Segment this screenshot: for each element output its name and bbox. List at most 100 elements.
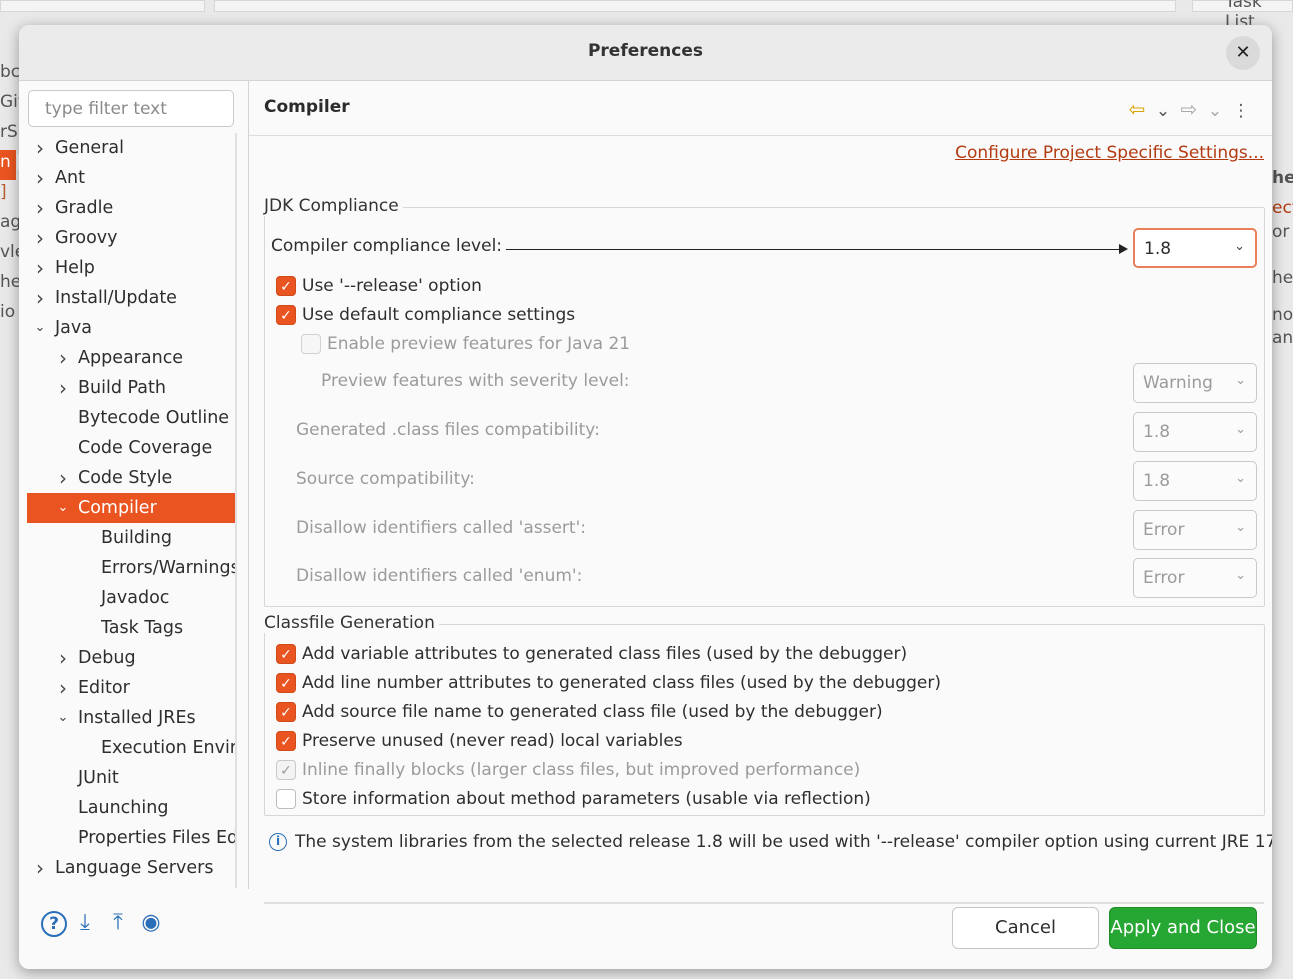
tree-item[interactable]: Errors/Warnings xyxy=(27,553,235,583)
chevron-down-icon: ⌄ xyxy=(1235,422,1246,437)
tree-item[interactable]: › Language Servers xyxy=(27,853,235,883)
back-arrow-icon[interactable]: ⇦ xyxy=(1124,95,1150,123)
tree-item-label: Code Style xyxy=(78,468,173,488)
compliance-level-select[interactable]: 1.8 ⌄ xyxy=(1133,228,1257,268)
enable-preview-label: Enable preview features for Java 21 xyxy=(327,334,631,354)
cancel-button[interactable]: Cancel xyxy=(952,907,1099,949)
tree-item[interactable]: ⌄ Compiler xyxy=(27,493,235,523)
tree-item-label: Gradle xyxy=(55,198,114,218)
tree-item[interactable]: ⌄ Installed JREs xyxy=(27,703,235,733)
tree-item[interactable]: Properties Files Edi xyxy=(27,823,235,853)
compliance-arrow-line xyxy=(506,249,1121,250)
tree-item-label: Launching xyxy=(78,798,169,818)
background-fragment: he xyxy=(1272,268,1293,288)
back-menu-chevron-icon[interactable]: ⌄ xyxy=(1150,97,1176,125)
chevron-right-icon[interactable]: › xyxy=(33,193,47,223)
tree-item[interactable]: › Editor xyxy=(27,673,235,703)
tree-item[interactable]: › Debug xyxy=(27,643,235,673)
chevron-right-icon[interactable]: › xyxy=(56,643,70,673)
import-icon[interactable]: ⤓ xyxy=(70,909,100,937)
tree-item[interactable]: › Install/Update xyxy=(27,283,235,313)
chevron-right-icon[interactable]: › xyxy=(33,283,47,313)
apply-and-close-button[interactable]: Apply and Close xyxy=(1109,907,1257,949)
chevron-right-icon[interactable]: › xyxy=(33,253,47,283)
chevron-right-icon[interactable]: › xyxy=(33,853,47,883)
tree-item[interactable]: Code Coverage xyxy=(27,433,235,463)
tree-item[interactable]: Building xyxy=(27,523,235,553)
tree-item[interactable]: › Help xyxy=(27,253,235,283)
tree-item-label: Installed JREs xyxy=(78,708,196,728)
add-line-number-label: Add line number attributes to generated … xyxy=(302,673,941,693)
compliance-level-value: 1.8 xyxy=(1144,239,1172,259)
chevron-right-icon[interactable]: › xyxy=(33,163,47,193)
chevron-right-icon[interactable]: › xyxy=(56,343,70,373)
background-toolbar-left xyxy=(0,0,205,12)
chevron-down-icon[interactable]: ⌄ xyxy=(56,703,70,733)
record-icon[interactable]: ◉ xyxy=(136,909,166,937)
chevron-down-icon: ⌄ xyxy=(1235,471,1246,486)
tree-item[interactable]: › Appearance xyxy=(27,343,235,373)
chevron-down-icon[interactable]: ⌄ xyxy=(56,493,70,523)
footer-icons: ? ⤓ ⤒ ◉ xyxy=(41,909,169,937)
tree-item[interactable]: JUnit xyxy=(27,763,235,793)
tree-item-label: Install/Update xyxy=(55,288,177,308)
tree-item[interactable]: ⌄ Java xyxy=(27,313,235,343)
generated-compat-select[interactable]: 1.8 ⌄ xyxy=(1133,412,1257,452)
tree-item[interactable]: Javadoc xyxy=(27,583,235,613)
tree-item[interactable]: Launching xyxy=(27,793,235,823)
export-icon[interactable]: ⤒ xyxy=(103,909,133,937)
compliance-arrow-head xyxy=(1119,244,1128,254)
checkbox-check-icon: ✓ xyxy=(276,731,296,751)
tree-item[interactable]: › Groovy xyxy=(27,223,235,253)
chevron-right-icon[interactable]: › xyxy=(33,133,47,163)
preview-severity-value: Warning xyxy=(1143,373,1213,393)
chevron-right-icon[interactable]: › xyxy=(56,673,70,703)
tree-item[interactable]: › Ant xyxy=(27,163,235,193)
tree-item-label: Debug xyxy=(78,648,136,668)
forward-menu-chevron-icon[interactable]: ⌄ xyxy=(1202,97,1228,125)
tree-item[interactable]: › Gradle xyxy=(27,193,235,223)
jdk-compliance-label: JDK Compliance xyxy=(264,196,403,216)
tree-item[interactable]: Execution Enviro xyxy=(27,733,235,763)
chevron-right-icon[interactable]: › xyxy=(56,463,70,493)
tree-item-label: Errors/Warnings xyxy=(101,558,235,578)
dialog-title: Preferences xyxy=(587,41,704,61)
configure-project-settings-link[interactable]: Configure Project Specific Settings... xyxy=(955,143,1264,163)
tree-scrollbar[interactable] xyxy=(235,133,237,888)
tree-item[interactable]: Bytecode Outline xyxy=(27,403,235,433)
background-fragment: hec xyxy=(1272,168,1293,188)
background-fragment: ] xyxy=(0,182,7,202)
tree-item-label: Execution Enviro xyxy=(101,738,235,758)
assert-identifiers-select[interactable]: Error ⌄ xyxy=(1133,510,1257,550)
more-options-icon[interactable]: ⋮ xyxy=(1228,97,1254,125)
preview-severity-select[interactable]: Warning ⌄ xyxy=(1133,363,1257,403)
tree-item-label: Code Coverage xyxy=(78,438,213,458)
chevron-right-icon[interactable]: › xyxy=(33,223,47,253)
tree-item[interactable]: › Build Path xyxy=(27,373,235,403)
enum-identifiers-label: Disallow identifiers called 'enum': xyxy=(296,566,583,586)
chevron-down-icon[interactable]: ⌄ xyxy=(33,313,47,343)
background-fragment: an xyxy=(1272,328,1293,348)
close-button[interactable]: ✕ xyxy=(1226,36,1260,70)
tree-item[interactable]: Task Tags xyxy=(27,613,235,643)
source-compat-select[interactable]: 1.8 ⌄ xyxy=(1133,461,1257,501)
source-compat-value: 1.8 xyxy=(1143,471,1171,491)
enum-identifiers-select[interactable]: Error ⌄ xyxy=(1133,558,1257,598)
help-icon[interactable]: ? xyxy=(41,911,67,937)
preference-tree-pane: › General › Ant › Gradle › Groovy › Help › Install/… xyxy=(19,81,248,889)
filter-input[interactable] xyxy=(28,90,234,127)
release-info-text: The system libraries from the selected r… xyxy=(295,832,1272,852)
chevron-right-icon[interactable]: › xyxy=(56,373,70,403)
tree-item[interactable]: › Code Style xyxy=(27,463,235,493)
tree-item-label: Help xyxy=(55,258,95,278)
forward-arrow-icon[interactable]: ⇨ xyxy=(1176,95,1202,123)
dialog-titlebar: Preferences ✕ xyxy=(19,25,1272,81)
generated-compat-label: Generated .class files compatibility: xyxy=(296,420,600,440)
tree-item[interactable]: › General xyxy=(27,133,235,163)
inline-finally-label: Inline finally blocks (larger class file… xyxy=(302,760,861,780)
